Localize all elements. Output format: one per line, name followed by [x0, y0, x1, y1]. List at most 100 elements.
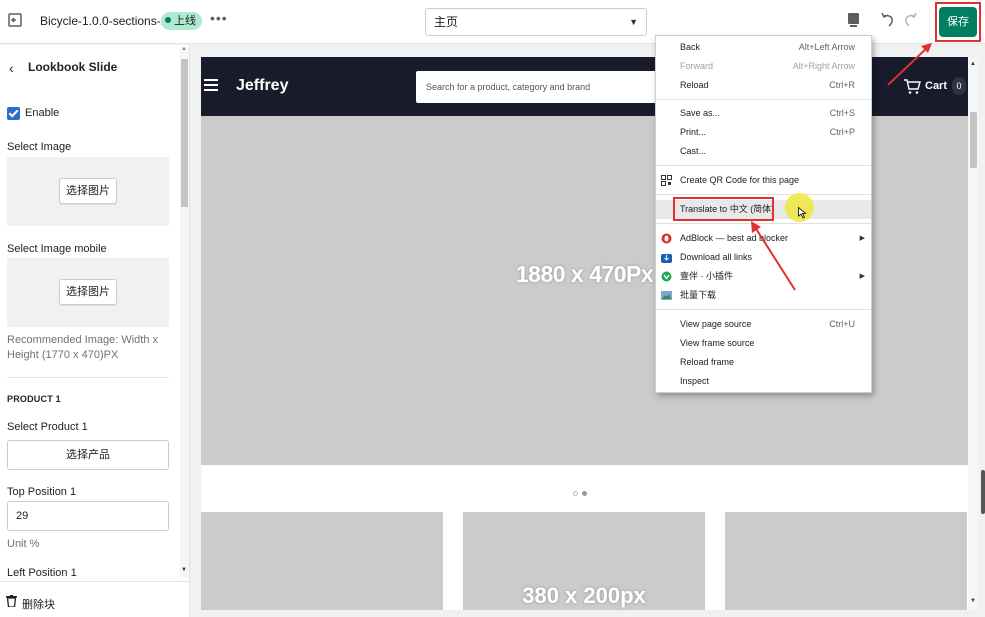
menu-item-inspect[interactable]: Inspect [656, 372, 871, 391]
menu-item-save-as[interactable]: Save as... Ctrl+S [656, 104, 871, 123]
menu-item-label: Cast... [680, 146, 707, 156]
left-position-label: Left Position 1 [7, 567, 77, 579]
menu-separator [656, 223, 871, 224]
banner-tile[interactable] [725, 512, 967, 610]
menu-item-reload[interactable]: Reload Ctrl+R [656, 76, 871, 95]
menu-item-yiban[interactable]: 壹伴 · 小插件 ▶ [656, 267, 871, 286]
select-product-label: Select Product 1 [7, 421, 88, 433]
menu-separator [656, 165, 871, 166]
annotation-box-translate [673, 197, 774, 221]
back-button[interactable]: ‹ [9, 60, 14, 76]
slider-dot[interactable] [573, 491, 578, 496]
slider-dot-active[interactable] [582, 491, 587, 496]
enable-label: Enable [25, 107, 60, 119]
menu-item-download-links[interactable]: Download all links [656, 248, 871, 267]
scroll-down-icon[interactable]: ▼ [181, 567, 187, 573]
menu-item-label: 批量下载 [680, 290, 717, 300]
top-position-label: Top Position 1 [7, 486, 77, 498]
settings-sidebar: ‹ Lookbook Slide Enable Select Image 选择图… [0, 45, 190, 617]
menu-item-label: Back [680, 42, 701, 52]
live-dot-icon [165, 17, 171, 23]
scroll-down-icon[interactable]: ▼ [970, 598, 976, 604]
undo-icon[interactable] [880, 11, 896, 29]
select-image-label: Select Image [7, 141, 72, 153]
qr-code-icon [661, 175, 672, 186]
image-picker-mobile: 选择图片 [7, 258, 169, 327]
menu-item-print[interactable]: Print... Ctrl+P [656, 123, 871, 142]
banner-tile[interactable]: 380 x 200px [463, 512, 705, 610]
store-search-input[interactable]: Search for a product, category and brand [416, 71, 666, 103]
menu-item-label: 壹伴 · 小插件 [680, 271, 733, 281]
menu-item-adblock[interactable]: AdBlock — best ad blocker ▶ [656, 229, 871, 248]
scroll-up-icon[interactable]: ▲ [970, 61, 976, 67]
image-picker: 选择图片 [7, 157, 169, 226]
menu-item-view-frame-source[interactable]: View frame source [656, 334, 871, 353]
submenu-arrow-icon: ▶ [859, 273, 865, 280]
product-heading: PRODUCT 1 [7, 394, 61, 404]
preview-scrollbar[interactable]: ▲ ▼ [968, 57, 979, 610]
redo-icon[interactable] [902, 11, 918, 29]
sidebar-scroll-thumb[interactable] [181, 59, 188, 207]
annotation-box-save [935, 2, 981, 42]
menu-item-create-qr[interactable]: Create QR Code for this page [656, 171, 871, 190]
menu-item-cast[interactable]: Cast... [656, 142, 871, 161]
menu-item-shortcut: Ctrl+P [829, 127, 855, 137]
menu-item-shortcut: Alt+Left Arrow [798, 42, 855, 52]
mouse-cursor-icon [798, 207, 807, 219]
status-badge-label: 上线 [174, 15, 196, 27]
menu-separator [656, 99, 871, 100]
sidebar-footer: 删除块 [0, 581, 189, 617]
sidebar-scrollbar[interactable]: ▲ ▼ [180, 46, 189, 577]
more-actions-button[interactable]: ••• [210, 10, 228, 26]
banner-tile[interactable] [201, 512, 443, 610]
menu-item-label: Inspect [680, 376, 710, 386]
enable-checkbox[interactable] [7, 107, 20, 120]
menu-item-shortcut: Alt+Right Arrow [792, 61, 855, 71]
scroll-up-icon[interactable]: ▲ [181, 46, 187, 52]
section-title: Lookbook Slide [28, 60, 118, 74]
menu-item-label: Reload frame [680, 357, 735, 367]
unit-label: Unit % [7, 538, 40, 550]
select-image-button[interactable]: 选择图片 [59, 178, 117, 204]
batch-download-icon [661, 291, 672, 300]
device-preview-icon[interactable] [847, 13, 860, 28]
store-logo[interactable]: Jeffrey [236, 77, 288, 95]
cart-label[interactable]: Cart [925, 80, 947, 92]
slider-dots [573, 483, 591, 501]
tile-label: 380 x 200px [522, 583, 646, 608]
exit-icon[interactable] [7, 12, 23, 28]
select-product-button[interactable]: 选择产品 [7, 440, 169, 470]
menu-item-back[interactable]: Back Alt+Left Arrow [656, 38, 871, 57]
page-select-value: 主页 [434, 15, 459, 29]
menu-item-forward[interactable]: Forward Alt+Right Arrow [656, 57, 871, 76]
yiban-icon [661, 271, 672, 282]
trash-icon[interactable] [6, 595, 17, 607]
menu-item-label: Forward [680, 61, 714, 71]
menu-item-reload-frame[interactable]: Reload frame [656, 353, 871, 372]
menu-item-view-source[interactable]: View page source Ctrl+U [656, 315, 871, 334]
status-badge: 上线 [161, 12, 202, 30]
menu-item-label: Reload [680, 80, 709, 90]
menu-item-batch-download[interactable]: 批量下载 [656, 286, 871, 305]
menu-item-label: View frame source [680, 338, 755, 348]
chevron-down-icon: ▼ [629, 17, 638, 27]
select-image-mobile-label: Select Image mobile [7, 243, 107, 255]
divider [7, 377, 169, 378]
hamburger-icon[interactable] [204, 79, 218, 91]
menu-item-label: View page source [680, 319, 752, 329]
menu-item-label: AdBlock — best ad blocker [680, 233, 789, 243]
preview-scroll-thumb[interactable] [970, 112, 977, 168]
menu-separator [656, 194, 871, 195]
recommended-size-note: Recommended Image: Width x Height (1770 … [7, 334, 159, 361]
menu-item-label: Download all links [680, 252, 753, 262]
cart-icon[interactable] [903, 78, 921, 95]
select-image-mobile-button[interactable]: 选择图片 [59, 279, 117, 305]
menu-item-shortcut: Ctrl+U [829, 319, 855, 329]
menu-item-shortcut: Ctrl+R [829, 80, 855, 90]
cart-count-badge: 0 [952, 77, 966, 95]
menu-item-label: Save as... [680, 108, 721, 118]
menu-separator [656, 309, 871, 310]
top-position-input[interactable]: 29 [7, 501, 169, 531]
delete-block-button[interactable]: 删除块 [22, 596, 55, 612]
page-select[interactable]: 主页 ▼ [425, 8, 647, 36]
